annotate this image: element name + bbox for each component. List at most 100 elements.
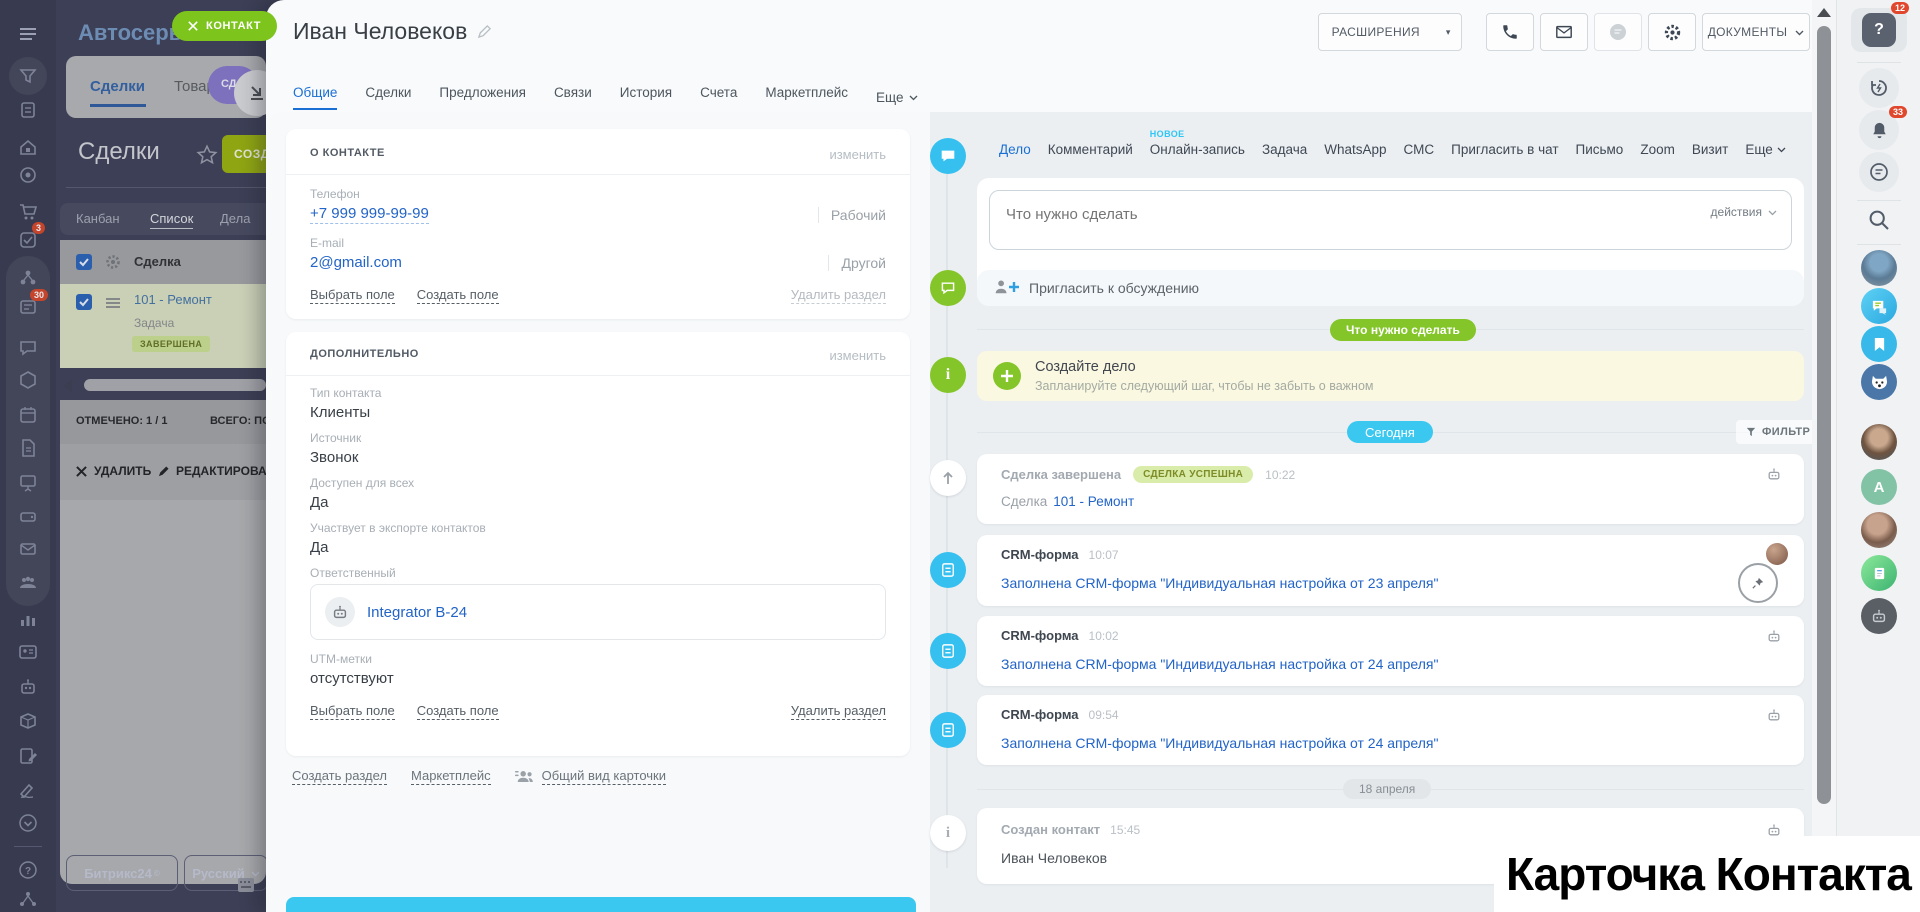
history-icon[interactable] [1859, 68, 1899, 108]
additional-create-field-link[interactable]: Создать поле [417, 703, 499, 720]
bitrix-brand-button[interactable]: Битрикс24 © [66, 855, 178, 891]
tab-general[interactable]: Общие [293, 85, 337, 110]
view-tab-list[interactable]: Список [150, 211, 193, 229]
drive-icon[interactable] [18, 507, 38, 527]
view-tab-activities[interactable]: Дела [220, 211, 250, 226]
timeline-entry-crm-form-2[interactable]: CRM-форма 10:02 Заполнена CRM-форма "Инд… [977, 616, 1804, 686]
filter-button[interactable]: ФИЛЬТР [1736, 420, 1820, 444]
favorite-star-icon[interactable] [196, 144, 218, 166]
email-value-link[interactable]: 2@gmail.com [310, 254, 402, 271]
banner-plus-icon[interactable] [993, 362, 1021, 390]
scrollbar-thumb[interactable] [1817, 26, 1831, 804]
about-create-field-link[interactable]: Создать поле [417, 287, 499, 304]
call-button[interactable] [1486, 13, 1534, 51]
signature-icon[interactable] [18, 780, 38, 800]
help-question-icon[interactable]: ? [18, 860, 38, 880]
notifications-bell-icon[interactable]: 33 [1859, 110, 1899, 150]
chat-icon[interactable] [18, 338, 38, 358]
email-type-tag[interactable]: Другой [828, 255, 886, 271]
extensions-button[interactable]: РАСШИРЕНИЯ ▾ [1318, 13, 1462, 51]
tab-quotes[interactable]: Предложения [439, 85, 526, 110]
share-nodes-icon[interactable] [18, 890, 38, 910]
cart-icon[interactable] [18, 202, 38, 222]
contact-slider-badge-button[interactable]: КОНТАКТ [172, 11, 277, 41]
bottom-cyan-bar[interactable] [286, 897, 916, 912]
document-icon[interactable] [18, 438, 38, 458]
rail-avatar-user-3[interactable] [1861, 512, 1897, 548]
phone-type-tag[interactable]: Рабочий [818, 207, 886, 223]
contact-card-icon[interactable] [18, 642, 38, 662]
about-select-field-link[interactable]: Выбрать поле [310, 287, 395, 304]
rail-avatar-user-2[interactable] [1861, 424, 1897, 460]
tab-links[interactable]: Связи [554, 85, 592, 110]
todo-input-box[interactable]: действия [989, 190, 1792, 250]
marketplace-link[interactable]: Маркетплейс [411, 768, 491, 785]
target-icon[interactable] [18, 165, 38, 185]
chat-button-disabled[interactable] [1594, 13, 1642, 51]
tl-tab-invite-chat[interactable]: Пригласить в чат [1451, 142, 1558, 157]
invite-discussion-row[interactable]: Пригласить к обсуждению [977, 270, 1804, 306]
rail-news-app-icon[interactable] [1861, 555, 1897, 591]
tab-deals[interactable]: Сделки [90, 78, 145, 95]
messenger-icon[interactable] [1859, 152, 1899, 192]
email-button[interactable] [1540, 13, 1588, 51]
entry3-form-link[interactable]: Заполнена CRM-форма "Индивидуальная наст… [1001, 656, 1438, 672]
extensions-caret-icon[interactable]: ▾ [1434, 27, 1463, 38]
responsible-user-link[interactable]: Integrator B-24 [367, 604, 467, 621]
presentation-icon[interactable] [18, 473, 38, 493]
tab-deals[interactable]: Сделки [365, 85, 411, 110]
entry4-form-link[interactable]: Заполнена CRM-форма "Индивидуальная наст… [1001, 735, 1438, 751]
rail-avatar-user-1[interactable] [1861, 250, 1897, 286]
rail-bookmark-app-icon[interactable] [1861, 326, 1897, 362]
create-deal-button[interactable]: СОЗДАТЬ [222, 135, 266, 173]
tl-tab-zoom[interactable]: Zoom [1640, 142, 1675, 157]
network-icon[interactable] [18, 268, 38, 288]
robot-icon[interactable] [18, 677, 38, 697]
tl-tab-letter[interactable]: Письмо [1576, 142, 1624, 157]
about-delete-section-link[interactable]: Удалить раздел [791, 287, 886, 304]
tl-tab-task[interactable]: Задача [1262, 142, 1307, 157]
entry2-form-link[interactable]: Заполнена CRM-форма "Индивидуальная наст… [1001, 575, 1438, 591]
tab-marketplace[interactable]: Маркетплейс [765, 85, 848, 110]
rail-chat-app-icon[interactable] [1861, 288, 1897, 324]
documents-button[interactable]: ДОКУМЕНТЫ [1702, 13, 1810, 51]
actions-dropdown[interactable]: действия [1711, 205, 1777, 219]
tl-tab-sms[interactable]: СМС [1404, 142, 1435, 157]
row-checkbox[interactable] [76, 294, 92, 310]
tab-invoices[interactable]: Счета [700, 85, 737, 110]
entry1-deal-link[interactable]: 101 - Ремонт [1053, 494, 1134, 509]
phone-value-link[interactable]: +7 999 999-99-99 [310, 205, 429, 224]
header-gear-icon[interactable] [104, 253, 122, 271]
timeline-entry-deal-completed[interactable]: Сделка завершена СДЕЛКА УСПЕШНА 10:22 Сд… [977, 454, 1804, 524]
edit-button[interactable]: РЕДАКТИРОВАТЬ [158, 464, 266, 478]
home-icon[interactable] [18, 137, 38, 157]
edit-pencil-icon[interactable] [477, 24, 492, 39]
create-section-link[interactable]: Создать раздел [292, 768, 387, 785]
tl-tab-activity[interactable]: Дело [999, 142, 1031, 157]
bar-chart-icon[interactable] [18, 609, 38, 629]
settings-gear-button[interactable] [1648, 13, 1696, 51]
mail-icon[interactable] [18, 539, 38, 559]
additional-edit-link[interactable]: изменить [829, 348, 886, 363]
box-icon[interactable] [18, 711, 38, 731]
tl-tab-comment[interactable]: Комментарий [1048, 142, 1133, 157]
pin-cursor-ring-icon[interactable] [1738, 563, 1778, 603]
delete-button[interactable]: УДАЛИТЬ [76, 464, 151, 478]
hamburger-menu-icon[interactable] [18, 24, 38, 44]
deal-row[interactable]: 101 - Ремонт Задача ЗАВЕРШЕНА [60, 284, 266, 368]
crm-funnel-icon[interactable] [18, 66, 38, 86]
rail-avatar-letter[interactable]: A [1861, 469, 1897, 505]
people-group-icon[interactable] [18, 573, 38, 593]
additional-delete-section-link[interactable]: Удалить раздел [791, 703, 886, 720]
view-tab-kanban[interactable]: Канбан [76, 211, 120, 226]
tasks-clipboard-icon[interactable] [18, 100, 38, 120]
hscroll-left-arrow[interactable] [64, 380, 72, 392]
create-activity-banner[interactable]: Создайте дело Запланируйте следующий шаг… [977, 351, 1804, 401]
todo-input[interactable] [1004, 205, 1568, 224]
tl-tab-visit[interactable]: Визит [1692, 142, 1728, 157]
help-button-wrap[interactable]: ? 12 [1851, 8, 1907, 52]
collapse-chevron-icon[interactable] [18, 813, 38, 833]
document-edit-icon[interactable] [18, 746, 38, 766]
about-edit-link[interactable]: изменить [829, 147, 886, 162]
rail-robot-avatar[interactable] [1861, 598, 1897, 634]
